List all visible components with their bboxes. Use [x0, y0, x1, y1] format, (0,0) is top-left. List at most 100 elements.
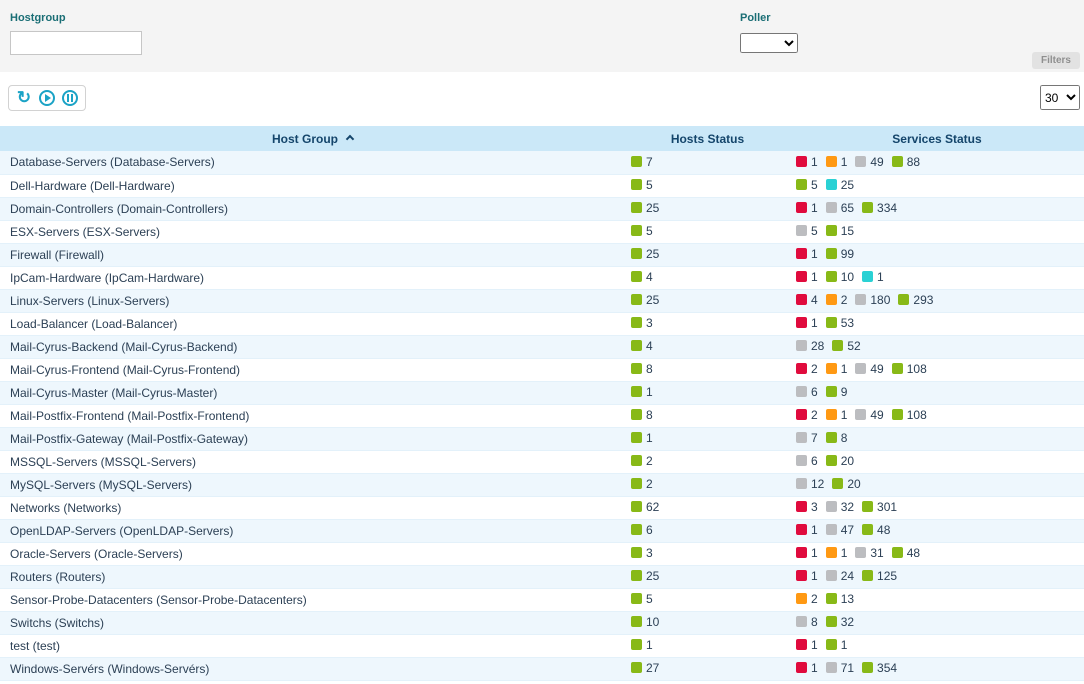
- status-badge-unknown[interactable]: 65: [826, 201, 854, 215]
- status-badge-pending[interactable]: 25: [826, 178, 854, 192]
- status-badge-up[interactable]: 62: [631, 500, 659, 514]
- status-badge-critical[interactable]: 3: [796, 500, 818, 514]
- hostgroup-name[interactable]: Mail-Cyrus-Master (Mail-Cyrus-Master): [0, 381, 625, 404]
- header-host-group[interactable]: Host Group: [0, 126, 625, 151]
- hostgroup-name[interactable]: MSSQL-Servers (MSSQL-Servers): [0, 450, 625, 473]
- hostgroup-name[interactable]: Routers (Routers): [0, 565, 625, 588]
- status-badge-ok[interactable]: 334: [862, 201, 897, 215]
- status-badge-up[interactable]: 8: [631, 408, 653, 422]
- hostgroup-name[interactable]: IpCam-Hardware (IpCam-Hardware): [0, 266, 625, 289]
- hostgroup-name[interactable]: Mail-Postfix-Frontend (Mail-Postfix-Fron…: [0, 404, 625, 427]
- status-badge-critical[interactable]: 1: [796, 638, 818, 652]
- hostgroup-name[interactable]: ESX-Servers (ESX-Servers): [0, 220, 625, 243]
- status-badge-ok[interactable]: 8: [826, 431, 848, 445]
- status-badge-critical[interactable]: 1: [796, 546, 818, 560]
- status-badge-up[interactable]: 25: [631, 569, 659, 583]
- hostgroup-name[interactable]: Mail-Cyrus-Backend (Mail-Cyrus-Backend): [0, 335, 625, 358]
- status-badge-ok[interactable]: 13: [826, 592, 854, 606]
- hostgroup-name[interactable]: Firewall (Firewall): [0, 243, 625, 266]
- status-badge-ok[interactable]: 354: [862, 661, 897, 675]
- status-badge-ok[interactable]: 5: [796, 178, 818, 192]
- status-badge-up[interactable]: 3: [631, 546, 653, 560]
- status-badge-critical[interactable]: 1: [796, 247, 818, 261]
- status-badge-up[interactable]: 25: [631, 293, 659, 307]
- header-services-status[interactable]: Services Status: [790, 126, 1084, 151]
- hostgroup-name[interactable]: Linux-Servers (Linux-Servers): [0, 289, 625, 312]
- status-badge-ok[interactable]: 88: [892, 155, 920, 169]
- status-badge-critical[interactable]: 1: [796, 661, 818, 675]
- status-badge-ok[interactable]: 48: [862, 523, 890, 537]
- hostgroup-name[interactable]: Dell-Hardware (Dell-Hardware): [0, 174, 625, 197]
- status-badge-up[interactable]: 4: [631, 339, 653, 353]
- status-badge-critical[interactable]: 1: [796, 155, 818, 169]
- filters-button[interactable]: Filters: [1032, 52, 1080, 69]
- status-badge-unknown[interactable]: 8: [796, 615, 818, 629]
- status-badge-unknown[interactable]: 12: [796, 477, 824, 491]
- pause-icon[interactable]: [62, 90, 78, 106]
- status-badge-up[interactable]: 25: [631, 247, 659, 261]
- status-badge-up[interactable]: 4: [631, 270, 653, 284]
- status-badge-ok[interactable]: 1: [826, 638, 848, 652]
- hostgroup-name[interactable]: Database-Servers (Database-Servers): [0, 151, 625, 174]
- hostgroup-name[interactable]: Load-Balancer (Load-Balancer): [0, 312, 625, 335]
- status-badge-unknown[interactable]: 7: [796, 431, 818, 445]
- status-badge-critical[interactable]: 1: [796, 270, 818, 284]
- status-badge-ok[interactable]: 52: [832, 339, 860, 353]
- hostgroup-name[interactable]: Switchs (Switchs): [0, 611, 625, 634]
- status-badge-ok[interactable]: 99: [826, 247, 854, 261]
- status-badge-ok[interactable]: 293: [898, 293, 933, 307]
- status-badge-up[interactable]: 3: [631, 316, 653, 330]
- status-badge-unknown[interactable]: 49: [855, 408, 883, 422]
- status-badge-warning[interactable]: 1: [826, 546, 848, 560]
- status-badge-critical[interactable]: 1: [796, 316, 818, 330]
- status-badge-ok[interactable]: 20: [826, 454, 854, 468]
- hostgroup-name[interactable]: Mail-Cyrus-Frontend (Mail-Cyrus-Frontend…: [0, 358, 625, 381]
- status-badge-up[interactable]: 5: [631, 224, 653, 238]
- hostgroup-filter-input[interactable]: [10, 31, 142, 55]
- status-badge-ok[interactable]: 108: [892, 408, 927, 422]
- status-badge-up[interactable]: 1: [631, 385, 653, 399]
- status-badge-unknown[interactable]: 28: [796, 339, 824, 353]
- status-badge-up[interactable]: 25: [631, 201, 659, 215]
- play-icon[interactable]: [39, 90, 55, 106]
- status-badge-critical[interactable]: 1: [796, 201, 818, 215]
- status-badge-ok[interactable]: 125: [862, 569, 897, 583]
- status-badge-warning[interactable]: 1: [826, 155, 848, 169]
- status-badge-ok[interactable]: 108: [892, 362, 927, 376]
- hostgroup-name[interactable]: Networks (Networks): [0, 496, 625, 519]
- status-badge-unknown[interactable]: 31: [855, 546, 883, 560]
- status-badge-unknown[interactable]: 180: [855, 293, 890, 307]
- status-badge-unknown[interactable]: 5: [796, 224, 818, 238]
- status-badge-up[interactable]: 2: [631, 477, 653, 491]
- hostgroup-name[interactable]: Mail-Postfix-Gateway (Mail-Postfix-Gatew…: [0, 427, 625, 450]
- status-badge-up[interactable]: 8: [631, 362, 653, 376]
- status-badge-up[interactable]: 2: [631, 454, 653, 468]
- status-badge-warning[interactable]: 2: [826, 293, 848, 307]
- status-badge-ok[interactable]: 15: [826, 224, 854, 238]
- hostgroup-name[interactable]: Domain-Controllers (Domain-Controllers): [0, 197, 625, 220]
- status-badge-warning[interactable]: 1: [826, 408, 848, 422]
- status-badge-up[interactable]: 1: [631, 638, 653, 652]
- status-badge-critical[interactable]: 1: [796, 523, 818, 537]
- status-badge-unknown[interactable]: 6: [796, 454, 818, 468]
- status-badge-up[interactable]: 27: [631, 661, 659, 675]
- status-badge-ok[interactable]: 53: [826, 316, 854, 330]
- status-badge-ok[interactable]: 9: [826, 385, 848, 399]
- hostgroup-name[interactable]: test (test): [0, 634, 625, 657]
- status-badge-warning[interactable]: 1: [826, 362, 848, 376]
- status-badge-unknown[interactable]: 71: [826, 661, 854, 675]
- status-badge-unknown[interactable]: 6: [796, 385, 818, 399]
- hostgroup-name[interactable]: Oracle-Servers (Oracle-Servers): [0, 542, 625, 565]
- status-badge-ok[interactable]: 301: [862, 500, 897, 514]
- status-badge-warning[interactable]: 2: [796, 592, 818, 606]
- page-size-select[interactable]: 30: [1040, 85, 1080, 110]
- status-badge-ok[interactable]: 32: [826, 615, 854, 629]
- hostgroup-name[interactable]: Windows-Servérs (Windows-Servérs): [0, 657, 625, 680]
- status-badge-critical[interactable]: 2: [796, 362, 818, 376]
- header-hosts-status[interactable]: Hosts Status: [625, 126, 790, 151]
- hostgroup-name[interactable]: MySQL-Servers (MySQL-Servers): [0, 473, 625, 496]
- poller-filter-select[interactable]: [740, 33, 798, 53]
- status-badge-unknown[interactable]: 49: [855, 155, 883, 169]
- status-badge-ok[interactable]: 10: [826, 270, 854, 284]
- status-badge-unknown[interactable]: 24: [826, 569, 854, 583]
